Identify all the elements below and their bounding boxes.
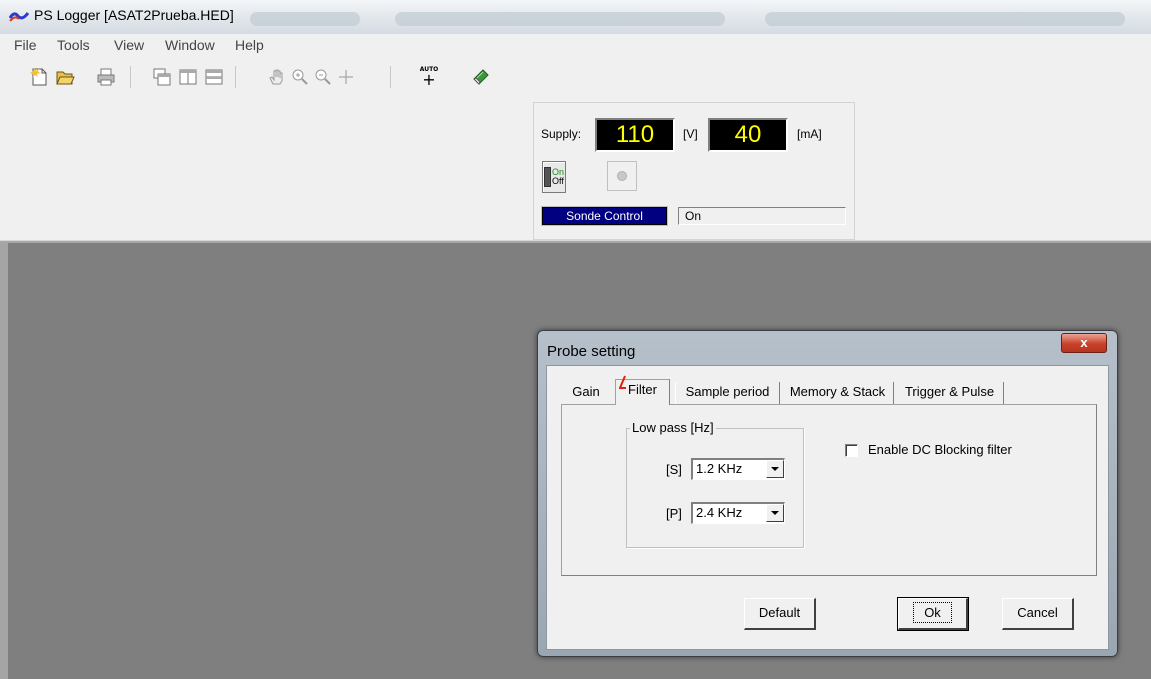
dialog-body: Gain Filter Sample period Memory & Stack…: [546, 365, 1109, 650]
tile-horizontal-icon[interactable]: [203, 66, 225, 88]
chevron-down-icon[interactable]: [766, 504, 784, 522]
cancel-button[interactable]: Cancel: [1002, 598, 1074, 630]
tab-sample-period[interactable]: Sample period: [675, 382, 780, 404]
tile-vertical-icon[interactable]: [177, 66, 199, 88]
voltage-unit: [V]: [683, 127, 698, 141]
record-button[interactable]: [607, 161, 637, 191]
menu-help[interactable]: Help: [235, 37, 264, 53]
toolbar: AUTO +: [0, 56, 1151, 102]
tab-gain[interactable]: Gain: [564, 382, 608, 404]
pan-hand-icon[interactable]: [266, 66, 288, 88]
current-display: 40: [708, 118, 788, 152]
ok-button[interactable]: Ok: [897, 597, 969, 631]
close-icon: x: [1080, 335, 1088, 350]
crosshair-icon[interactable]: [335, 66, 357, 88]
tab-trigger-pulse[interactable]: Trigger & Pulse: [896, 382, 1004, 404]
power-toggle-switch[interactable]: On Off: [542, 161, 566, 193]
auto-plus: +: [422, 70, 436, 89]
low-pass-legend: Low pass [Hz]: [630, 420, 716, 435]
toolbar-separator: [390, 66, 391, 88]
zoom-in-icon[interactable]: [289, 66, 311, 88]
dc-blocking-checkbox[interactable]: [845, 444, 858, 457]
toolbar-separator: [235, 66, 236, 88]
print-icon[interactable]: [95, 66, 117, 88]
menu-view[interactable]: View: [114, 37, 144, 53]
new-file-icon[interactable]: [28, 66, 50, 88]
sonde-status-field: On: [678, 207, 846, 225]
s-lowpass-select[interactable]: 1.2 KHz: [691, 458, 785, 480]
voltage-display: 110: [595, 118, 675, 152]
low-pass-group: [626, 428, 804, 548]
sonde-control-panel: Supply: 110 [V] 40 [mA] On Off Sonde Con…: [533, 102, 855, 240]
auto-scale-icon[interactable]: AUTO +: [418, 66, 440, 88]
toggle-lever: [543, 167, 551, 187]
cursor-marker-icon: [619, 375, 626, 389]
title-bar-reflection: [250, 12, 360, 26]
s-channel-label: [S]: [666, 462, 682, 477]
chevron-down-icon[interactable]: [766, 460, 784, 478]
p-lowpass-select[interactable]: 2.4 KHz: [691, 502, 785, 524]
window-title: PS Logger [ASAT2Prueba.HED]: [34, 7, 234, 23]
sonde-control-label: Sonde Control: [541, 206, 668, 226]
probe-setting-dialog: Probe setting x Gain Filter Sample perio…: [537, 330, 1118, 657]
menu-tools[interactable]: Tools: [57, 37, 90, 53]
menu-bar: File Tools View Window Help: [0, 34, 1151, 56]
toolbar-separator: [130, 66, 131, 88]
s-lowpass-value: 1.2 KHz: [696, 461, 743, 476]
menu-window[interactable]: Window: [165, 37, 215, 53]
dialog-title: Probe setting: [547, 343, 636, 360]
toggle-off-label: Off: [551, 176, 564, 186]
ok-button-label: Ok: [913, 602, 952, 623]
cascade-windows-icon[interactable]: [151, 66, 173, 88]
p-lowpass-value: 2.4 KHz: [696, 505, 743, 520]
default-button[interactable]: Default: [744, 598, 816, 630]
title-bar-reflection: [395, 12, 725, 26]
dc-blocking-label[interactable]: Enable DC Blocking filter: [868, 442, 1012, 457]
zoom-out-icon[interactable]: [312, 66, 334, 88]
record-dot-icon: [617, 171, 627, 181]
title-bar: PS Logger [ASAT2Prueba.HED]: [0, 0, 1151, 34]
supply-label: Supply:: [541, 127, 582, 141]
app-logo-icon: [9, 12, 29, 22]
p-channel-label: [P]: [666, 506, 682, 521]
book-icon[interactable]: [470, 66, 492, 88]
current-unit: [mA]: [797, 127, 822, 141]
tab-memory-stack[interactable]: Memory & Stack: [782, 382, 894, 404]
menu-file[interactable]: File: [14, 37, 37, 53]
title-bar-reflection: [765, 12, 1125, 26]
open-folder-icon[interactable]: [54, 66, 76, 88]
close-button[interactable]: x: [1061, 333, 1107, 353]
workspace-left-edge: [0, 243, 8, 679]
